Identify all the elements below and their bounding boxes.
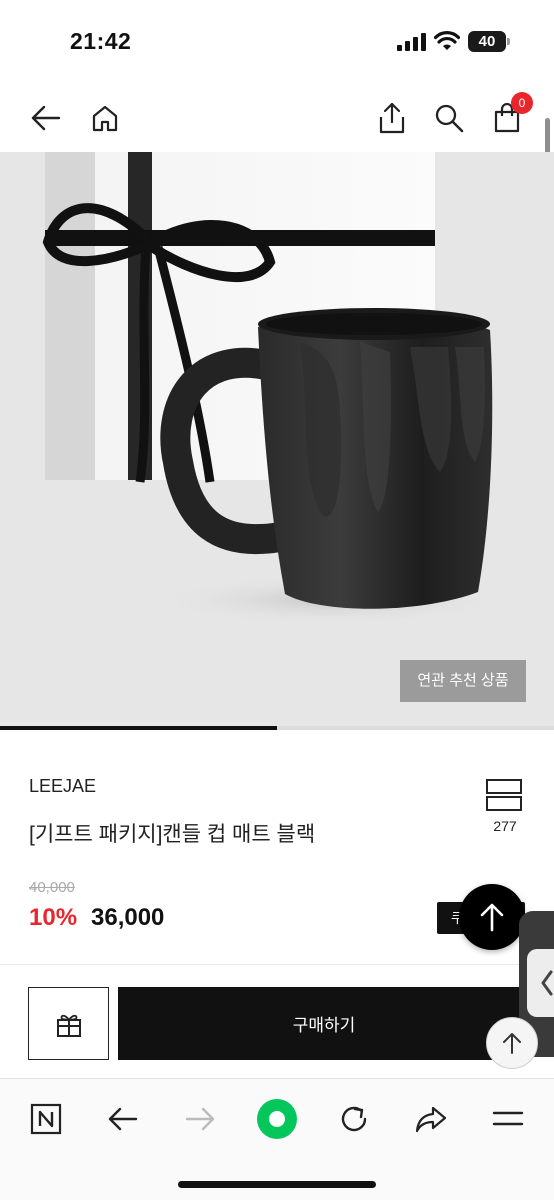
gift-button[interactable] xyxy=(28,987,109,1060)
arrow-up-icon xyxy=(503,1033,521,1054)
battery-tip xyxy=(507,38,510,45)
bookmark-stack-icon xyxy=(486,779,522,811)
side-drawer-tab xyxy=(527,949,554,1017)
browser-toolbar xyxy=(0,1078,554,1200)
cart-count-badge: 0 xyxy=(511,92,533,114)
back-button[interactable] xyxy=(26,98,66,138)
browser-menu-button[interactable] xyxy=(486,1097,530,1141)
forward-icon xyxy=(185,1107,215,1131)
section-divider xyxy=(0,964,554,965)
reload-button[interactable] xyxy=(332,1097,376,1141)
buy-button[interactable]: 구매하기 xyxy=(118,987,530,1060)
search-icon xyxy=(435,104,464,133)
carousel-progress xyxy=(0,726,554,730)
product-title: [기프트 패키지]캔들 컵 매트 블랙 xyxy=(29,823,316,846)
reload-icon xyxy=(341,1106,367,1132)
arrow-up-icon xyxy=(480,903,504,932)
browser-share-button[interactable] xyxy=(409,1097,453,1141)
naver-home-button[interactable] xyxy=(24,1097,68,1141)
sale-price: 36,000 xyxy=(91,904,165,931)
signal-icon xyxy=(397,33,426,51)
browser-scroll-top-button[interactable] xyxy=(486,1017,538,1069)
battery-icon: 40 xyxy=(468,31,510,52)
menu-icon xyxy=(492,1111,524,1126)
home-indicator xyxy=(178,1181,376,1188)
brand-name[interactable]: LEEJAE xyxy=(29,776,96,797)
product-photo xyxy=(0,152,554,728)
wifi-icon xyxy=(434,31,460,50)
green-dot-button[interactable] xyxy=(255,1097,299,1141)
home-button[interactable] xyxy=(85,98,125,138)
naver-n-icon xyxy=(30,1103,62,1135)
green-dot-icon xyxy=(257,1099,297,1139)
back-icon xyxy=(108,1107,138,1131)
chevron-left-icon xyxy=(541,970,553,996)
discount-rate: 10% xyxy=(29,904,78,931)
wishlist-count: 277 xyxy=(493,818,517,834)
related-products-button[interactable]: 연관 추천 상품 xyxy=(400,660,526,702)
home-icon xyxy=(92,105,118,132)
share-icon xyxy=(415,1106,447,1133)
back-arrow-icon xyxy=(31,105,61,131)
original-price: 40,000 xyxy=(29,879,75,896)
browser-back-button[interactable] xyxy=(101,1097,145,1141)
scroll-to-top-button[interactable] xyxy=(459,884,525,950)
top-navigation: 0 xyxy=(0,84,554,152)
share-button[interactable] xyxy=(372,98,412,138)
share-icon xyxy=(379,102,405,134)
search-button[interactable] xyxy=(429,98,469,138)
product-image-carousel[interactable]: 연관 추천 상품 xyxy=(0,152,554,728)
status-bar: 21:42 40 xyxy=(0,0,554,84)
status-time: 21:42 xyxy=(70,28,132,54)
browser-forward-button[interactable] xyxy=(178,1097,222,1141)
cart-button[interactable]: 0 xyxy=(487,92,533,138)
carousel-progress-fill xyxy=(0,726,277,730)
battery-level: 40 xyxy=(468,31,506,52)
wishlist-button[interactable]: 277 xyxy=(480,778,530,838)
gift-icon xyxy=(56,1014,81,1037)
